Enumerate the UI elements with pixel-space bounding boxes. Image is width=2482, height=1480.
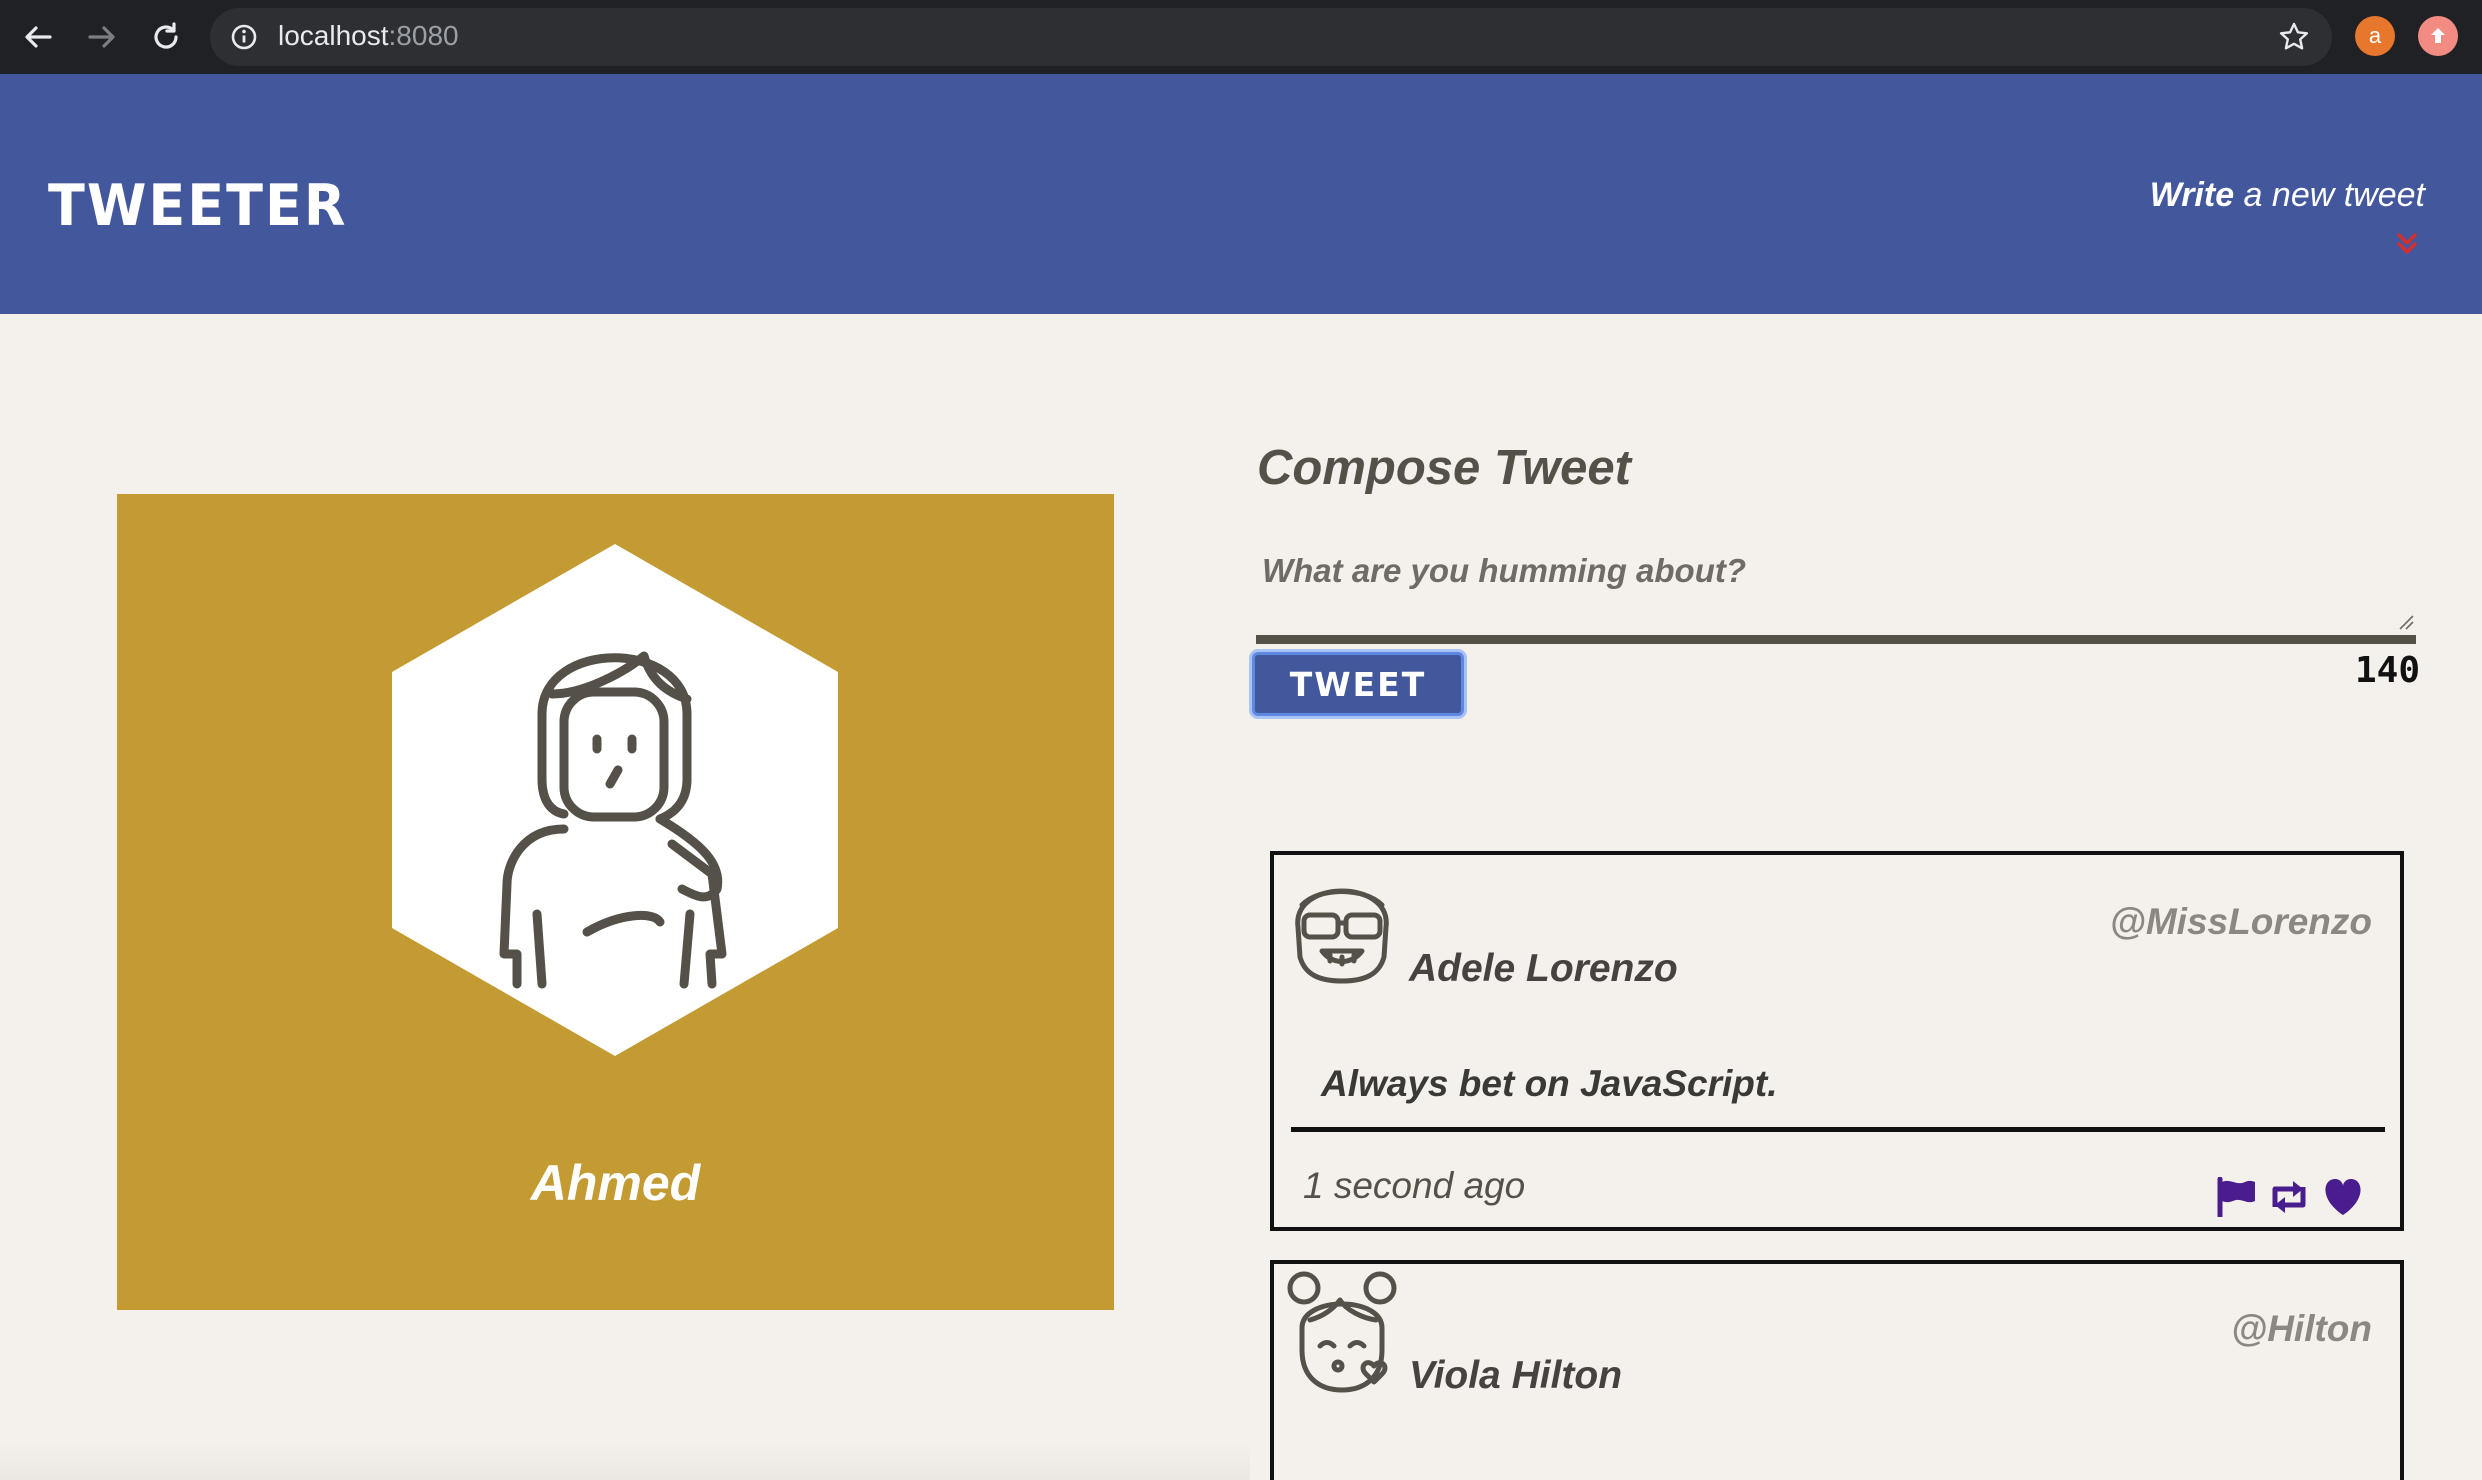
brand-logo[interactable]: TWEETER <box>48 172 347 238</box>
browser-toolbar: localhost:8080 a <box>0 0 2482 74</box>
write-new-tweet-link[interactable]: Write a new tweet <box>2150 176 2425 215</box>
back-arrow-icon[interactable] <box>18 17 58 57</box>
tweet-card: Viola Hilton @Hilton <box>1270 1260 2404 1480</box>
profile-name: Ahmed <box>530 1155 701 1211</box>
forward-arrow-icon[interactable] <box>82 17 122 57</box>
tweet-timestamp: 1 second ago <box>1303 1165 1526 1206</box>
tweet-text-input[interactable] <box>1256 548 2416 644</box>
write-rest-label: a new tweet <box>2234 176 2425 214</box>
reload-icon[interactable] <box>146 17 186 57</box>
app-header: TWEETER Write a new tweet <box>0 74 2482 314</box>
extension-icon[interactable] <box>2418 16 2458 56</box>
extension-a-label: a <box>2368 23 2382 48</box>
tweet-avatar-icon <box>1284 857 1400 991</box>
profile-avatar-extension[interactable]: a <box>2355 16 2395 56</box>
retweet-icon[interactable] <box>2265 1177 2313 1217</box>
resize-grip-icon[interactable] <box>2398 614 2414 634</box>
heart-icon[interactable] <box>2321 1177 2365 1217</box>
tweet-author-name: Adele Lorenzo <box>1409 947 1678 990</box>
tweet-author-handle: @Hilton <box>2231 1308 2372 1349</box>
character-counter: 140 <box>2354 650 2420 691</box>
tweet-author-handle: @MissLorenzo <box>2109 901 2372 942</box>
address-url: localhost:8080 <box>278 20 459 51</box>
bookmark-star-icon[interactable] <box>2278 21 2310 57</box>
address-bar[interactable]: localhost:8080 <box>210 8 2332 66</box>
tweet-content: Always bet on JavaScript. <box>1321 1063 1778 1104</box>
tweet-avatar-icon <box>1284 1266 1400 1400</box>
flag-icon[interactable] <box>2215 1177 2257 1217</box>
tweet-divider <box>1291 1127 2385 1132</box>
profile-card: Ahmed <box>117 494 1114 1310</box>
site-info-icon[interactable] <box>230 23 258 55</box>
tweet-author-name: Viola Hilton <box>1409 1354 1623 1397</box>
double-chevron-down-icon[interactable] <box>2396 232 2418 260</box>
tweet-card: Adele Lorenzo @MissLorenzo Always bet on… <box>1270 851 2404 1231</box>
page-bottom-shadow <box>0 1440 1250 1480</box>
compose-title: Compose Tweet <box>1257 441 1631 495</box>
profile-avatar-hexagon <box>392 544 838 1060</box>
tweet-actions <box>2215 1177 2365 1217</box>
write-bold-label: Write <box>2149 176 2235 214</box>
tweet-submit-button[interactable]: TWEET <box>1252 652 1464 716</box>
